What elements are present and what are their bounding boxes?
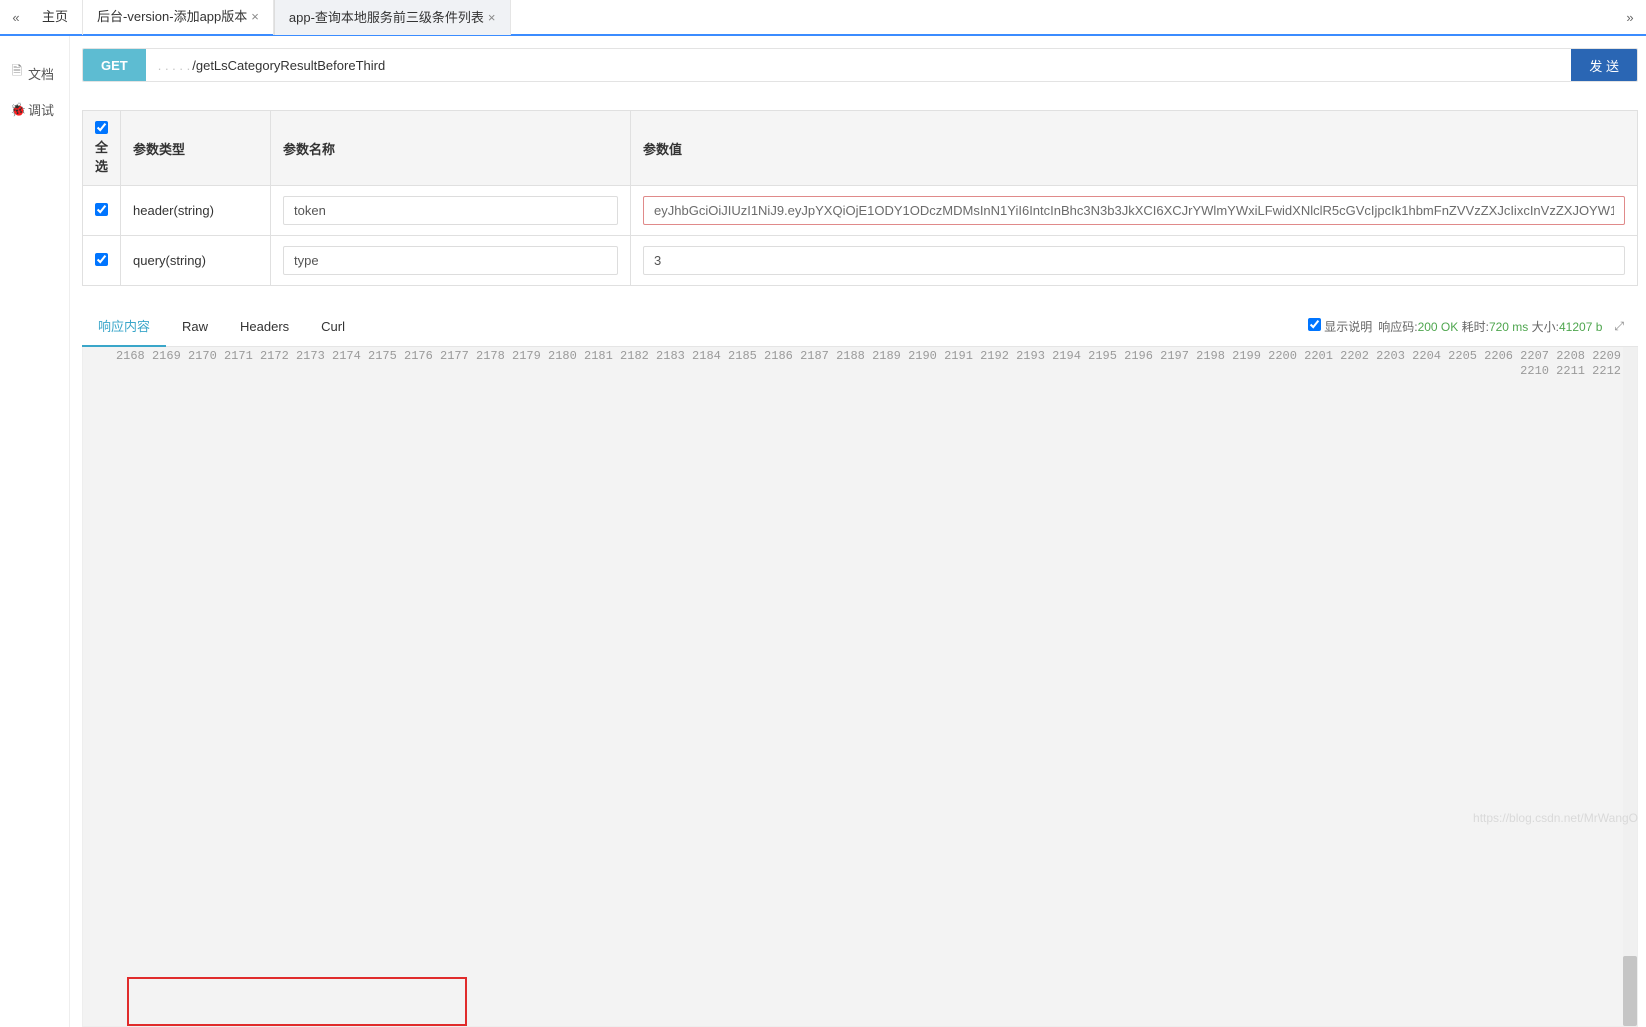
send-button[interactable]: 发 送 <box>1571 49 1637 81</box>
meta-code-value: 200 OK <box>1418 320 1459 334</box>
param-name-input[interactable] <box>283 246 618 275</box>
param-value-input[interactable] <box>643 246 1625 275</box>
url-prefix-masked: . . . . . <box>158 58 191 73</box>
line-gutter: 2168 2169 2170 2171 2172 2173 2174 2175 … <box>83 347 1629 1026</box>
param-name-input[interactable] <box>283 196 618 225</box>
sidebar-item-doc[interactable]: 🗎 文档 <box>0 54 69 92</box>
param-value-input[interactable] <box>643 196 1625 225</box>
row-checkbox[interactable] <box>95 253 108 266</box>
main-content: GET . . . . . /getLsCategoryResultBefore… <box>70 36 1646 1027</box>
param-type-cell: header(string) <box>121 186 271 236</box>
sidebar-item-label: 文档 <box>28 64 54 83</box>
select-all-checkbox[interactable] <box>95 121 108 134</box>
show-desc-toggle[interactable]: 显示说明 <box>1308 318 1372 335</box>
close-icon[interactable]: × <box>251 9 259 24</box>
tab-response-headers[interactable]: Headers <box>224 309 305 344</box>
request-bar: GET . . . . . /getLsCategoryResultBefore… <box>82 48 1638 82</box>
meta-size-value: 41207 b <box>1559 320 1602 334</box>
close-icon[interactable]: × <box>488 10 496 25</box>
scrollbar-track[interactable] <box>1623 347 1637 1026</box>
tab-version-add[interactable]: 后台-version-添加app版本 × <box>83 0 274 35</box>
col-param-value: 参数值 <box>631 111 1638 186</box>
scrollbar-thumb[interactable] <box>1623 956 1637 1026</box>
bug-icon: 🐞 <box>10 102 24 118</box>
request-url[interactable]: . . . . . /getLsCategoryResultBeforeThir… <box>146 49 1572 81</box>
sidebar: 🗎 文档 🐞 调试 <box>0 36 70 1027</box>
meta-code-label: 响应码: <box>1378 320 1417 334</box>
response-code-viewer: 2168 2169 2170 2171 2172 2173 2174 2175 … <box>82 347 1638 1027</box>
tab-label: app-查询本地服务前三级条件列表 <box>289 10 484 25</box>
tab-home[interactable]: 主页 <box>28 0 83 35</box>
tab-ls-category[interactable]: app-查询本地服务前三级条件列表 × <box>274 0 511 35</box>
response-meta: 显示说明 响应码:200 OK 耗时:720 ms 大小:41207 b ⤢ <box>1308 318 1638 335</box>
tabs-scroll-left[interactable]: « <box>4 10 28 25</box>
url-path: /getLsCategoryResultBeforeThird <box>192 58 385 73</box>
meta-time-value: 720 ms <box>1489 320 1528 334</box>
params-table: 全选 参数类型 参数名称 参数值 header(string) query(st… <box>82 110 1638 286</box>
tab-response-content[interactable]: 响应内容 <box>82 306 166 347</box>
tab-label: 后台-version-添加app版本 <box>97 9 247 24</box>
row-checkbox[interactable] <box>95 203 108 216</box>
meta-size-label: 大小: <box>1532 320 1559 334</box>
param-type-cell: query(string) <box>121 236 271 286</box>
sidebar-item-debug[interactable]: 🐞 调试 <box>0 92 69 127</box>
sidebar-item-label: 调试 <box>28 100 54 119</box>
watermark: https://blog.csdn.net/MrWangO <box>1473 811 1638 825</box>
col-param-type: 参数类型 <box>121 111 271 186</box>
tabs-scroll-right[interactable]: » <box>1618 10 1642 25</box>
param-row: query(string) <box>83 236 1638 286</box>
tab-response-curl[interactable]: Curl <box>305 309 361 344</box>
tab-response-raw[interactable]: Raw <box>166 309 224 344</box>
file-icon: 🗎 <box>10 62 24 84</box>
col-param-name: 参数名称 <box>271 111 631 186</box>
response-tabs: 响应内容 Raw Headers Curl 显示说明 响应码:200 OK 耗时… <box>82 306 1638 347</box>
meta-time-label: 耗时: <box>1462 320 1489 334</box>
http-method[interactable]: GET <box>83 49 146 81</box>
param-row: header(string) <box>83 186 1638 236</box>
select-all-label: 全选 <box>95 140 108 174</box>
expand-icon[interactable]: ⤢ <box>1608 319 1630 334</box>
tab-bar: « 主页 后台-version-添加app版本 × app-查询本地服务前三级条件… <box>0 0 1646 36</box>
